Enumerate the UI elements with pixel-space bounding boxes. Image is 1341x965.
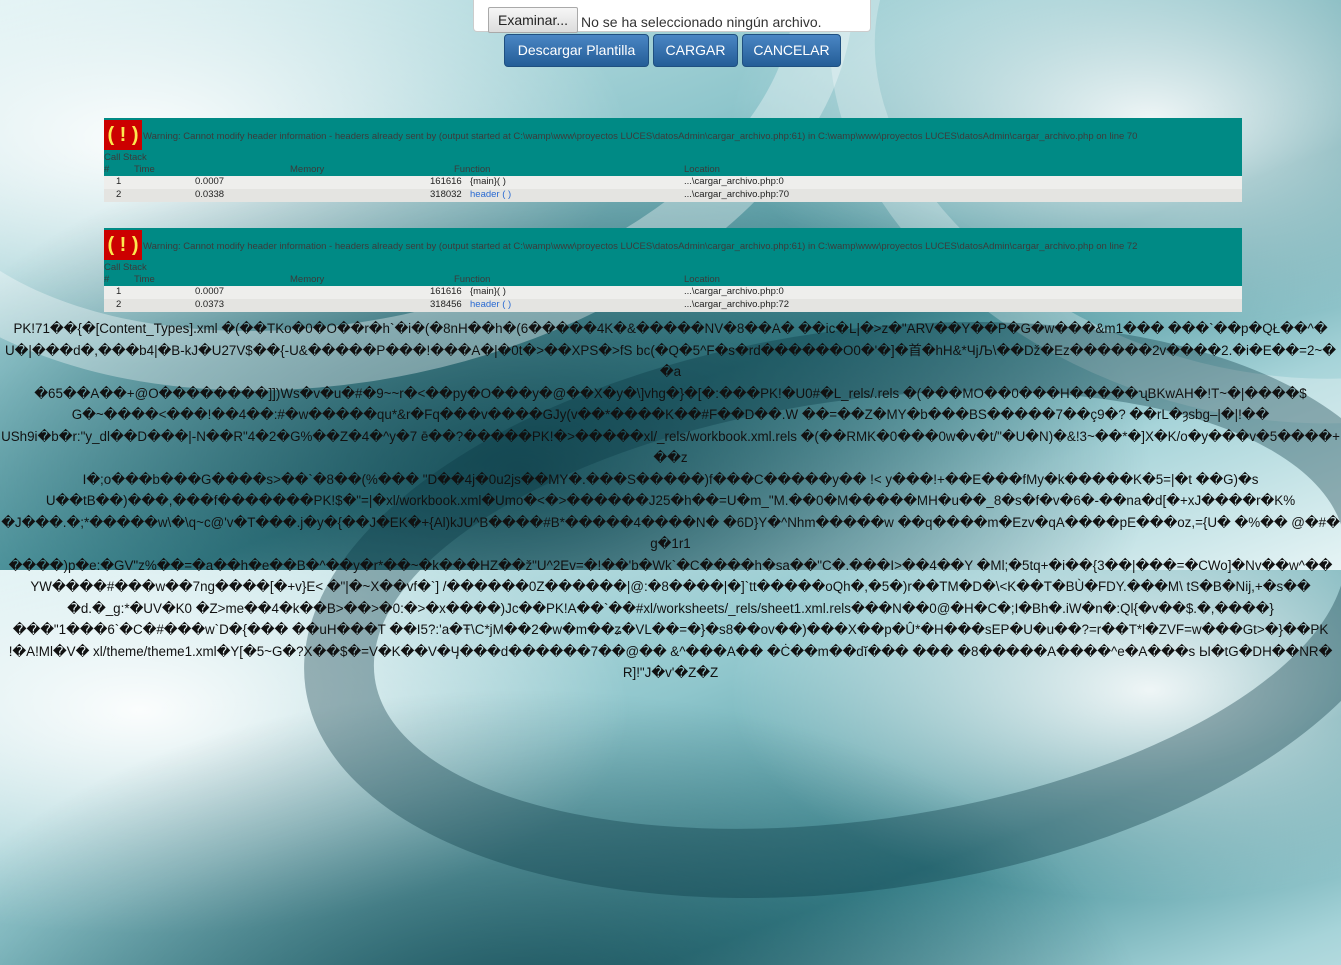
table-row: 2 0.0373 318456 header ( ) ...\cargar_ar… (104, 299, 1242, 312)
call-stack-title: Call Stack (104, 262, 1242, 274)
header-function-link[interactable]: header ( ) (470, 299, 511, 311)
row-time: 0.0007 (195, 176, 225, 187)
column-header: Memory (290, 164, 325, 175)
call-stack-header: # Time Memory Function Location (104, 164, 1242, 176)
row-location: ...\cargar_archivo.php:72 (684, 299, 790, 310)
row-memory: 318456 (430, 299, 462, 310)
row-number: 1 (116, 286, 122, 297)
row-number: 2 (116, 189, 122, 200)
xdebug-warning-table: ( ! ) Warning: Cannot modify header info… (104, 228, 1242, 312)
column-header: # (104, 164, 110, 175)
row-memory: 318032 (430, 189, 462, 200)
column-header: Function (454, 164, 491, 175)
dump-line: I�;o���b���G����s>��`�8��(%��� "D��4j�0u… (82, 471, 1259, 487)
column-header: Function (454, 274, 491, 285)
table-row: 1 0.0007 161616 {main}( ) ...\cargar_arc… (104, 176, 1242, 189)
xdebug-warning-table: ( ! ) Warning: Cannot modify header info… (104, 118, 1242, 202)
column-header: Time (134, 274, 155, 285)
warning-icon: ( ! ) (104, 230, 142, 260)
dump-line: YW����#���w��7ng����[�+v}E< �"|�~X��vf�`… (30, 579, 1311, 594)
row-location: ...\cargar_archivo.php:0 (684, 176, 784, 187)
row-location: ...\cargar_archivo.php:70 (684, 189, 790, 200)
warning-message: Warning: Cannot modify header informatio… (143, 241, 1138, 252)
dump-line: U�|���d�,���b4|�B-kJ�U27V$��{-U&�����P��… (5, 342, 1336, 380)
dump-line: U��tB��)���,���f�������PK!$�"=|�xl/workb… (45, 493, 1296, 508)
download-template-button[interactable]: Descargar Plantilla (504, 34, 649, 67)
table-row: 2 0.0338 318032 header ( ) ...\cargar_ar… (104, 189, 1242, 202)
dump-line: PK!71��{�[Content_Types].xml �(��TKo�0�O… (13, 321, 1328, 336)
file-input[interactable]: Examinar... No se ha seleccionado ningún… (473, 0, 871, 33)
table-row: 1 0.0007 161616 {main}( ) ...\cargar_arc… (104, 286, 1242, 299)
column-header: Location (684, 274, 720, 285)
binary-output-dump: PK!71��{�[Content_Types].xml �(��TKo�0�O… (0, 318, 1341, 684)
dump-line: �J���.�;*�����w\�\q~c@'v�T���.j�y�{��J�E… (1, 514, 1340, 552)
upload-button[interactable]: CARGAR (653, 34, 738, 67)
dump-line: �d.�_g:*�UV�K0 �Z>me��4�k��B>��>�0:�>�x�… (67, 600, 1274, 616)
column-header: Memory (290, 274, 325, 285)
file-status-text: No se ha seleccionado ningún archivo. (581, 14, 822, 30)
dump-line: G�~����<���!��4��:#�w�����qu*&r�Fq���v��… (71, 407, 1270, 422)
dump-line: !�A!Ml�V� xl/theme/theme1.xml�Y[�5~G�?X�… (8, 643, 1333, 681)
column-header: # (104, 274, 110, 285)
warning-icon: ( ! ) (104, 120, 142, 150)
dump-line: �65��A��+@O��������]])Ws�v�u�#�9~~r�<��p… (34, 385, 1307, 401)
row-time: 0.0373 (195, 299, 225, 310)
warning-header: ( ! ) Warning: Cannot modify header info… (104, 118, 1242, 152)
row-memory: 161616 (430, 286, 462, 297)
dump-line: ����)p�e:�GV"z%��=�a��h�e��B�^��y�r*��~�… (8, 557, 1333, 573)
row-number: 1 (116, 176, 122, 187)
cancel-button[interactable]: CANCELAR (742, 34, 841, 67)
row-number: 2 (116, 299, 122, 310)
column-header: Time (134, 164, 155, 175)
row-memory: 161616 (430, 176, 462, 187)
warning-header: ( ! ) Warning: Cannot modify header info… (104, 228, 1242, 262)
browse-button[interactable]: Examinar... (488, 7, 579, 33)
call-stack-header: # Time Memory Function Location (104, 274, 1242, 286)
warning-message: Warning: Cannot modify header informatio… (143, 131, 1138, 142)
dump-line: USh9i�b�r:"y_dl��D���|-N��R"4�2�G%��Z�4�… (1, 428, 1340, 466)
row-time: 0.0338 (195, 189, 225, 200)
dump-line: ���"1���6`�C�#���w`D�{��� ��uH���T ��I5?… (12, 622, 1329, 637)
row-function: {main}( ) (470, 176, 506, 187)
header-function-link[interactable]: header ( ) (470, 189, 511, 201)
row-time: 0.0007 (195, 286, 225, 297)
column-header: Location (684, 164, 720, 175)
row-function: {main}( ) (470, 286, 506, 297)
call-stack-title: Call Stack (104, 152, 1242, 164)
row-location: ...\cargar_archivo.php:0 (684, 286, 784, 297)
